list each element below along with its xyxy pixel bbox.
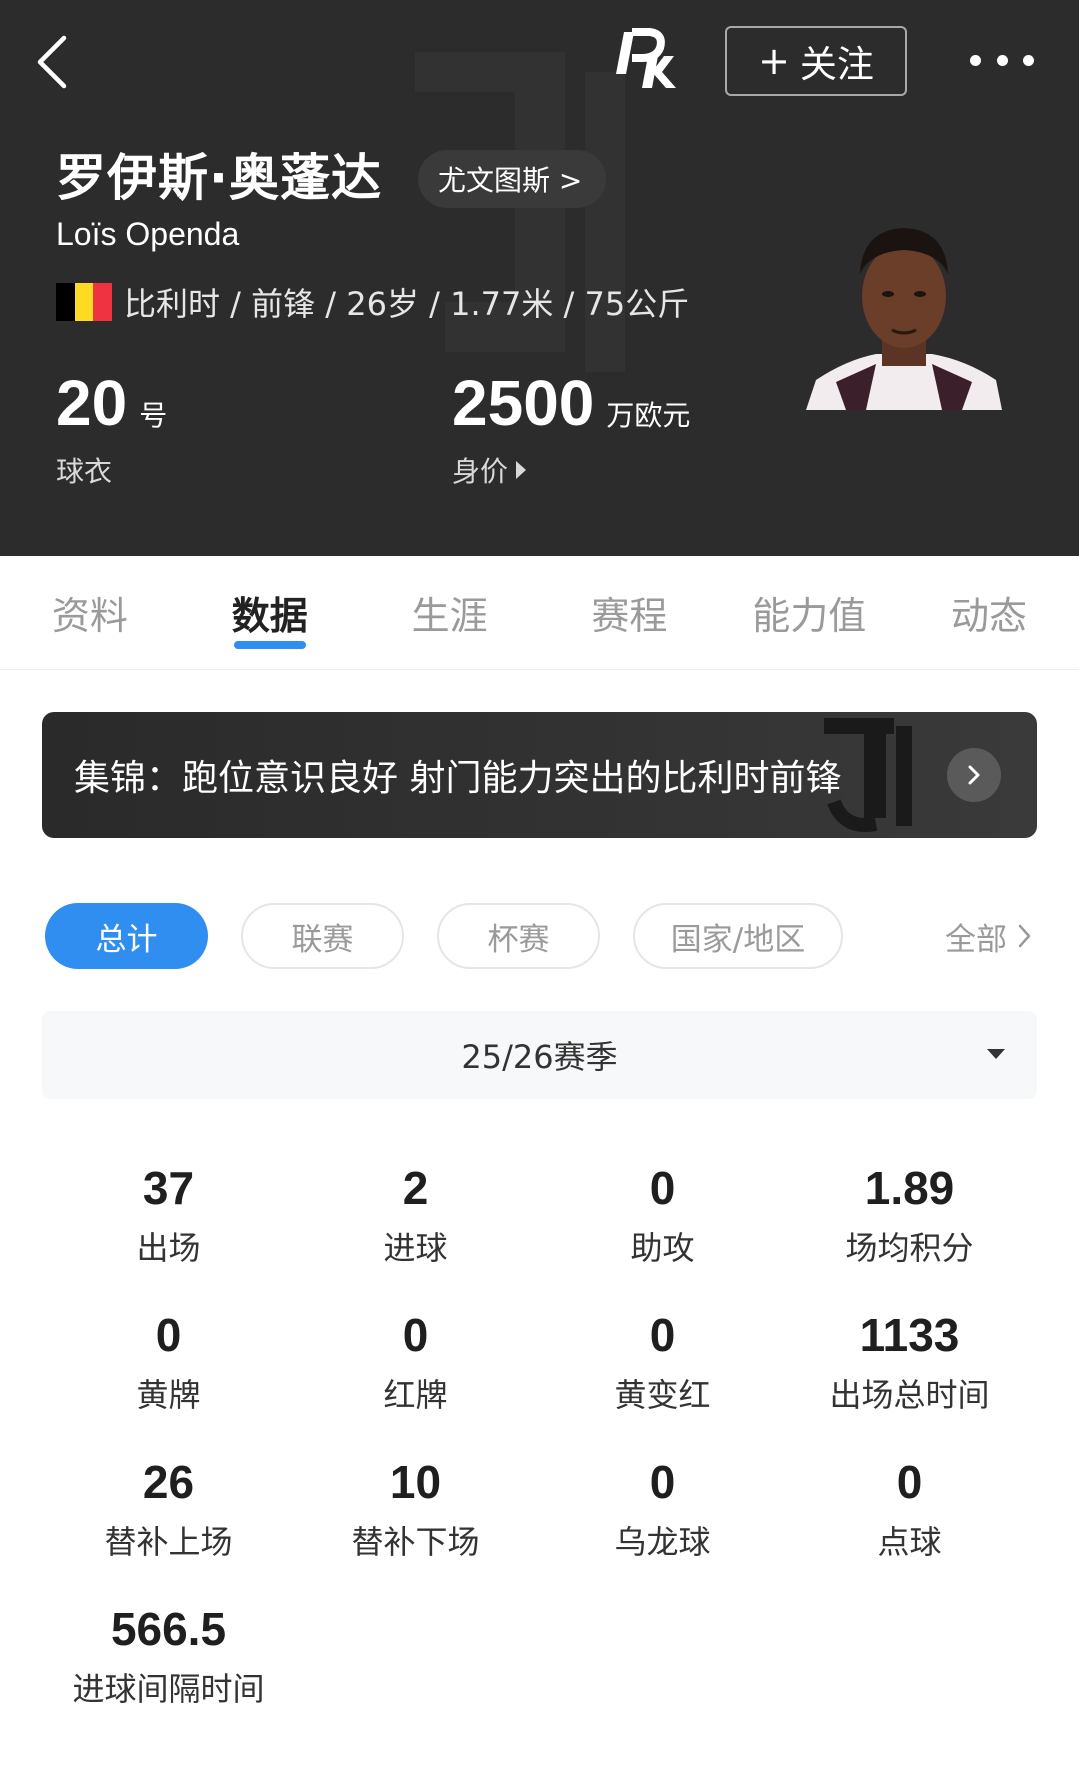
stat-value: 0 [649,1162,676,1214]
stat-label: 点球 [877,1523,942,1561]
flag-stripe-yellow [74,283,94,321]
stat-value: 566.5 [110,1603,227,1655]
stat-red-cards: 0 红牌 [292,1307,539,1417]
section-tabs: 资料 数据 生涯 赛程 能力值 动态 [0,556,1079,670]
banner-text: 集锦：跑位意识良好 射门能力突出的比利时前锋 [74,758,842,799]
stat-label: 出场 [136,1229,201,1267]
stat-value: 37 [142,1162,195,1214]
tab-ability[interactable]: 能力值 [719,556,899,669]
jersey-label: 球衣 [56,455,113,488]
player-avatar [806,228,1002,410]
player-name-en: Loïs Openda [56,216,240,252]
player-name: 罗伊斯·奥蓬达 [56,149,382,207]
season-value: 25/26赛季 [461,1038,618,1076]
caret-right-icon [516,461,527,479]
app-logo [616,28,676,88]
stat-own-goals: 0 乌龙球 [539,1454,786,1564]
stat-label: 替补下场 [351,1523,480,1561]
stat-label: 乌龙球 [614,1523,711,1561]
flag-stripe-red [93,283,113,321]
stat-goals: 2 进球 [292,1160,539,1270]
back-chevron-icon[interactable] [30,30,76,94]
tab-profile[interactable]: 资料 [0,556,180,669]
stat-penalties: 0 点球 [786,1454,1033,1564]
chevron-right-icon[interactable] [947,748,1001,802]
dropdown-caret-icon [987,1049,1005,1059]
tab-career[interactable]: 生涯 [360,556,540,669]
stat-points-per-game: 1.89 场均积分 [786,1160,1033,1270]
tab-news[interactable]: 动态 [899,556,1079,669]
player-profile-page: + 关注 罗伊斯·奥蓬达 尤文图斯 > Loïs Openda 比利时 / 前锋… [0,0,1079,1772]
jersey-unit: 号 [139,399,168,432]
stat-value: 10 [389,1456,442,1508]
stat-minutes-played: 1133 出场总时间 [786,1307,1033,1417]
player-info-text: 比利时 / 前锋 / 26岁 / 1.77米 / 75公斤 [124,285,690,323]
market-value-unit: 万欧元 [606,399,691,432]
highlights-banner[interactable]: 集锦：跑位意识良好 射门能力突出的比利时前锋 [42,712,1037,838]
stat-sub-off: 10 替补下场 [292,1454,539,1564]
stat-value: 1.89 [864,1162,955,1214]
stat-second-yellow: 0 黄变红 [539,1307,786,1417]
stat-appearances: 37 出场 [45,1160,292,1270]
filter-all-link[interactable]: 全部 [945,903,1035,969]
market-value: 2500 [452,367,595,439]
filter-chip-cup[interactable]: 杯赛 [437,903,600,969]
stat-value: 0 [155,1309,182,1361]
plus-icon: + [758,39,790,83]
stat-label: 进球 [383,1229,448,1267]
stat-label: 出场总时间 [829,1376,990,1414]
follow-button[interactable]: + 关注 [725,26,907,96]
stat-value: 0 [649,1309,676,1361]
market-value-link[interactable]: 身价 [452,450,690,490]
stat-value: 0 [402,1309,429,1361]
filter-all-label: 全部 [945,921,1007,958]
stat-label: 助攻 [630,1229,695,1267]
stat-yellow-cards: 0 黄牌 [45,1307,292,1417]
stat-minutes-per-goal: 566.5 进球间隔时间 [45,1601,292,1711]
jersey-number-block: 20 号 球衣 [56,368,167,490]
stat-label: 场均积分 [845,1229,974,1267]
chevron-right-icon [1018,924,1031,948]
player-header: + 关注 罗伊斯·奥蓬达 尤文图斯 > Loïs Openda 比利时 / 前锋… [0,0,1079,556]
stat-label: 进球间隔时间 [72,1670,265,1708]
stat-value: 0 [896,1456,923,1508]
stat-value: 1133 [859,1309,960,1361]
market-value-label: 身价 [452,455,509,488]
stat-value: 2 [402,1162,429,1214]
filter-chip-league[interactable]: 联赛 [241,903,404,969]
stat-label: 黄变红 [614,1376,711,1414]
stat-label: 替补上场 [104,1523,233,1561]
jersey-number: 20 [56,367,128,439]
flag-stripe-black [56,283,75,321]
stat-value: 26 [142,1456,195,1508]
market-value-block[interactable]: 2500 万欧元 身价 [452,368,690,490]
club-watermark-icon [415,52,625,372]
stat-value: 0 [649,1456,676,1508]
club-link[interactable]: 尤文图斯 > [418,150,607,208]
filter-chip-total[interactable]: 总计 [45,903,208,969]
stat-label: 红牌 [383,1376,448,1414]
tab-data[interactable]: 数据 [180,556,360,669]
more-options-icon[interactable] [970,42,1034,78]
player-info-line: 比利时 / 前锋 / 26岁 / 1.77米 / 75公斤 [56,280,689,324]
season-select[interactable]: 25/26赛季 [42,1011,1037,1099]
stat-assists: 0 助攻 [539,1160,786,1270]
belgium-flag-icon [56,283,113,321]
stat-label: 黄牌 [136,1376,201,1414]
stat-sub-on: 26 替补上场 [45,1454,292,1564]
filter-chip-national[interactable]: 国家/地区 [633,903,843,969]
follow-label: 关注 [799,43,874,86]
tab-schedule[interactable]: 赛程 [539,556,719,669]
